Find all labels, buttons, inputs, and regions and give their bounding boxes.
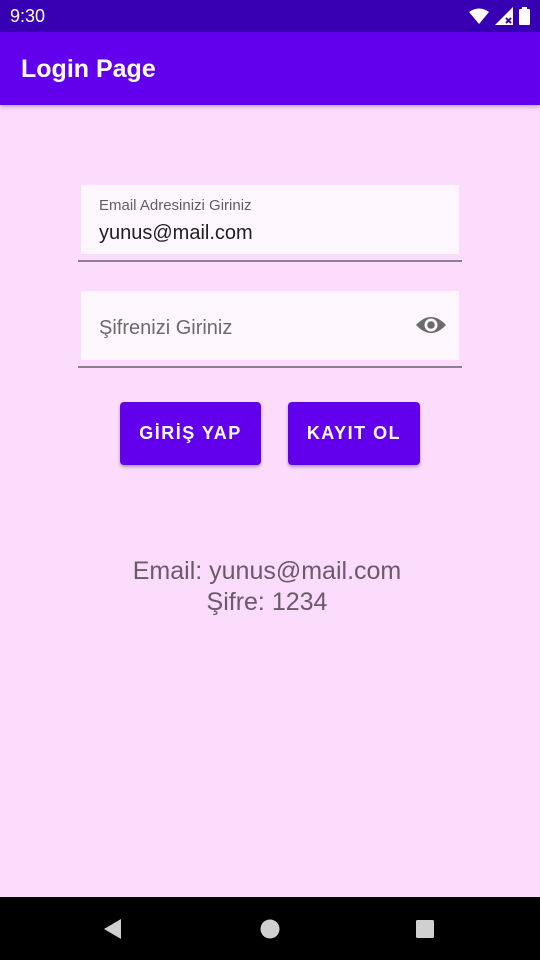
wifi-icon — [469, 8, 489, 24]
recents-icon[interactable] — [410, 914, 440, 944]
app-bar: Login Page — [0, 32, 540, 105]
back-icon[interactable] — [99, 914, 129, 944]
password-field[interactable]: Şifrenizi Giriniz — [81, 291, 459, 360]
status-icons — [469, 6, 530, 26]
result-email-line: Email: yunus@mail.com — [132, 557, 402, 585]
email-field-value[interactable]: yunus@mail.com — [99, 221, 253, 245]
status-time: 9:30 — [10, 6, 46, 26]
email-field-label: Email Adresinizi Giriniz — [99, 197, 252, 214]
result-text: Email: yunus@mail.com Şifre: 1234 — [0, 556, 534, 618]
email-field[interactable]: Email Adresinizi Giriniz yunus@mail.com — [81, 185, 459, 254]
eye-icon[interactable] — [415, 313, 447, 337]
signal-icon — [495, 7, 513, 25]
status-bar: 9:30 — [0, 0, 540, 32]
navigation-bar — [0, 897, 540, 960]
result-password-line: Şifre: 1234 — [206, 588, 328, 616]
password-field-underline — [78, 366, 462, 368]
login-button[interactable]: GİRİŞ YAP — [120, 402, 261, 465]
battery-icon — [519, 7, 530, 25]
password-field-hint: Şifrenizi Giriniz — [99, 317, 233, 339]
home-icon[interactable] — [255, 914, 285, 944]
page-title: Login Page — [21, 55, 156, 83]
email-field-underline — [78, 260, 462, 262]
register-button[interactable]: KAYIT OL — [288, 402, 420, 465]
